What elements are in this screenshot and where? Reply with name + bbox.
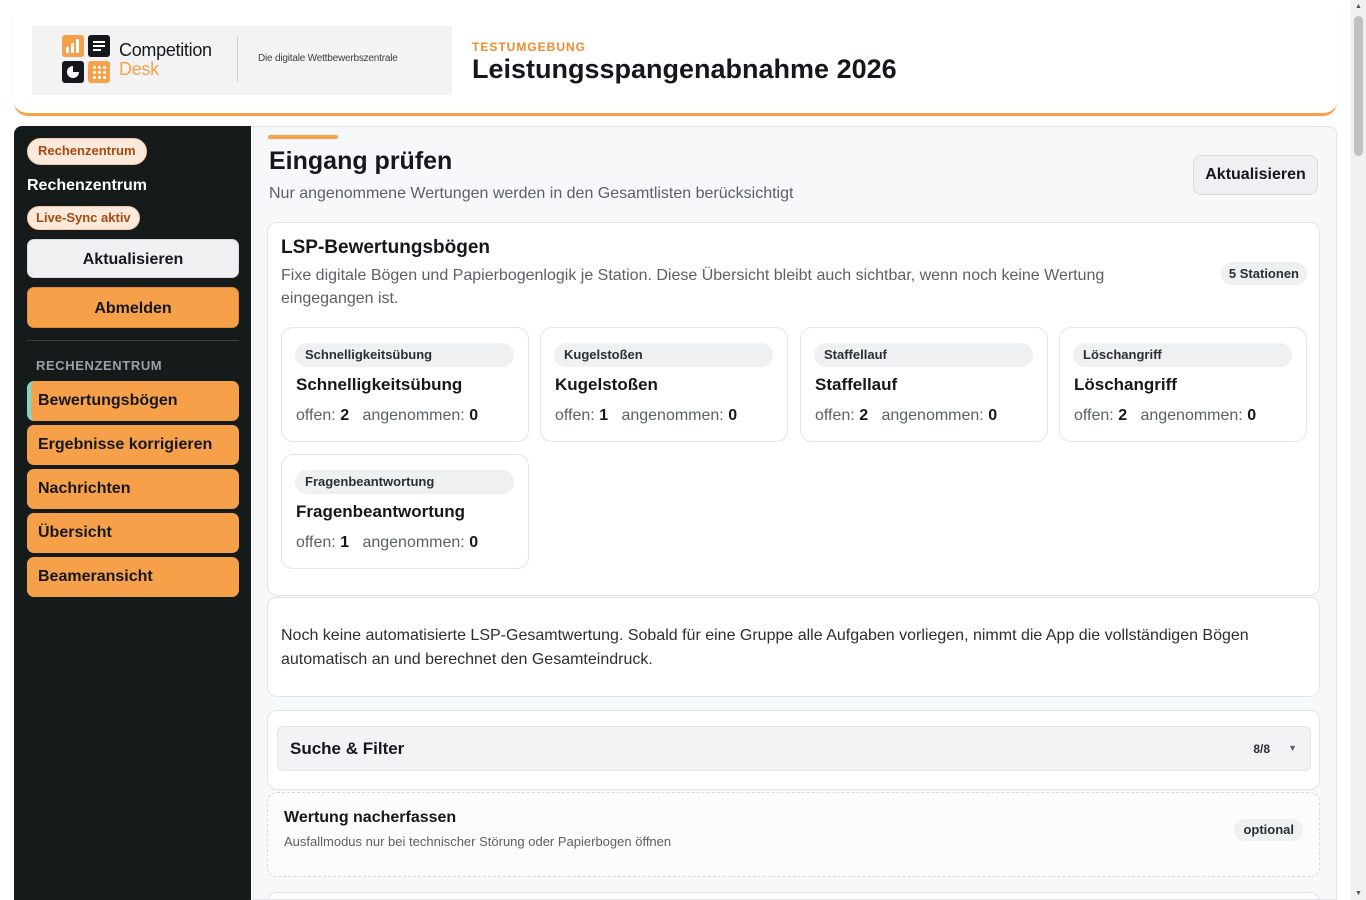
open-count: 1 bbox=[340, 534, 350, 551]
station-name: Fragenbeantwortung bbox=[296, 502, 466, 521]
document-icon bbox=[88, 35, 110, 57]
station-card[interactable]: Löschangriff Löschangriff offen: 2 angen… bbox=[1059, 327, 1307, 442]
station-card[interactable]: Schnelligkeitsübung Schnelligkeitsübung … bbox=[281, 327, 529, 442]
accepted-label: angenommen: bbox=[1140, 407, 1243, 424]
station-stats: offen: 1 angenommen: 0 bbox=[296, 534, 478, 552]
brand-logo: Competition Desk Die digitale Wettbewerb… bbox=[32, 26, 452, 95]
environment-label: TESTUMGEBUNG bbox=[472, 40, 586, 54]
search-filter-card: Suche & Filter 8/8 ▼ bbox=[267, 710, 1320, 790]
brand-tagline: Die digitale Wettbewerbszentrale bbox=[258, 53, 398, 64]
scroll-up-arrow-icon[interactable]: ▲ bbox=[1355, 3, 1362, 10]
filter-count-badge: 8/8 bbox=[1253, 742, 1270, 756]
scrollbar-thumb[interactable] bbox=[1354, 16, 1363, 156]
brand-name-line2: Desk bbox=[119, 59, 159, 79]
station-name: Kugelstoßen bbox=[555, 375, 658, 394]
brand-name: Competition Desk bbox=[119, 41, 212, 79]
role-badge: Rechenzentrum bbox=[27, 138, 147, 165]
lsp-title: LSP-Bewertungsbögen bbox=[281, 237, 491, 258]
open-count: 2 bbox=[1118, 407, 1128, 424]
lsp-card: LSP-Bewertungsbögen Fixe digitale Bögen … bbox=[267, 222, 1320, 596]
logout-button[interactable]: Abmelden bbox=[27, 287, 239, 328]
accepted-label: angenommen: bbox=[881, 407, 984, 424]
sidebar-item-nachrichten[interactable]: Nachrichten bbox=[27, 469, 239, 509]
accepted-count: 0 bbox=[988, 407, 998, 424]
accepted-count: 0 bbox=[1247, 407, 1257, 424]
accepted-label: angenommen: bbox=[362, 407, 465, 424]
competition-desk-logo-icon bbox=[62, 35, 110, 83]
sidebar-item-ergebnisse-korrigieren[interactable]: Ergebnisse korrigieren bbox=[27, 425, 239, 465]
logo-divider bbox=[237, 36, 238, 82]
station-stats: offen: 2 angenommen: 0 bbox=[296, 407, 478, 425]
section-subtitle: Nur angenommene Wertungen werden in den … bbox=[269, 185, 794, 202]
pie-chart-icon bbox=[62, 61, 84, 83]
station-tag: Staffellauf bbox=[814, 343, 1033, 367]
station-card[interactable]: Fragenbeantwortung Fragenbeantwortung of… bbox=[281, 454, 529, 569]
accepted-count: 0 bbox=[469, 407, 479, 424]
station-stats: offen: 2 angenommen: 0 bbox=[1074, 407, 1256, 425]
sidebar-refresh-button[interactable]: Aktualisieren bbox=[27, 239, 239, 278]
brand-name-line1: Competition bbox=[119, 40, 212, 60]
search-filter-title: Suche & Filter bbox=[290, 739, 405, 758]
followup-card[interactable]: Wertung nacherfassen Ausfallmodus nur be… bbox=[267, 792, 1320, 877]
station-name: Schnelligkeitsübung bbox=[296, 375, 463, 394]
main-panel: Eingang prüfen Nur angenommene Wertungen… bbox=[253, 126, 1337, 900]
open-count: 2 bbox=[859, 407, 869, 424]
section-title: Eingang prüfen bbox=[269, 147, 453, 175]
chevron-down-icon: ▼ bbox=[1288, 743, 1297, 753]
accepted-label: angenommen: bbox=[362, 534, 465, 551]
followup-subtitle: Ausfallmodus nur bei technischer Störung… bbox=[284, 834, 672, 849]
station-tag: Löschangriff bbox=[1073, 343, 1292, 367]
station-tag: Schnelligkeitsübung bbox=[295, 343, 514, 367]
accepted-count: 0 bbox=[469, 534, 479, 551]
refresh-button[interactable]: Aktualisieren bbox=[1193, 155, 1318, 195]
station-count-badge: 5 Stationen bbox=[1220, 262, 1307, 285]
accepted-label: angenommen: bbox=[621, 407, 724, 424]
open-count: 1 bbox=[599, 407, 609, 424]
sidebar-item-uebersicht[interactable]: Übersicht bbox=[27, 513, 239, 553]
station-card[interactable]: Kugelstoßen Kugelstoßen offen: 1 angenom… bbox=[540, 327, 788, 442]
followup-title: Wertung nacherfassen bbox=[284, 809, 457, 826]
search-filter-toggle[interactable]: Suche & Filter 8/8 ▼ bbox=[277, 726, 1311, 771]
section-accent-bar bbox=[268, 135, 338, 139]
lsp-description: Fixe digitale Bögen und Papierbogenlogik… bbox=[281, 267, 1105, 307]
status-note-card: Noch keine automatisierte LSP-Gesamtwert… bbox=[267, 597, 1320, 697]
sidebar-section-label: RECHENZENTRUM bbox=[36, 358, 163, 373]
sidebar-divider bbox=[27, 340, 239, 341]
scroll-down-arrow-icon[interactable]: ▼ bbox=[1355, 890, 1362, 897]
station-name: Löschangriff bbox=[1074, 375, 1177, 394]
app-header: Competition Desk Die digitale Wettbewerb… bbox=[14, 12, 1337, 116]
station-name: Staffellauf bbox=[815, 375, 898, 394]
page-scrollbar[interactable]: ▲ ▼ bbox=[1351, 0, 1366, 900]
next-card bbox=[267, 892, 1320, 899]
open-label: offen: bbox=[815, 407, 855, 424]
sidebar-item-beameransicht[interactable]: Beameransicht bbox=[27, 557, 239, 597]
status-note-text: Noch keine automatisierte LSP-Gesamtwert… bbox=[281, 627, 1249, 668]
open-label: offen: bbox=[555, 407, 595, 424]
open-label: offen: bbox=[1074, 407, 1114, 424]
station-tag: Kugelstoßen bbox=[554, 343, 773, 367]
user-name: Rechenzentrum bbox=[27, 177, 148, 194]
open-count: 2 bbox=[340, 407, 350, 424]
station-tag: Fragenbeantwortung bbox=[295, 470, 514, 494]
optional-badge: optional bbox=[1234, 819, 1303, 841]
accepted-count: 0 bbox=[728, 407, 738, 424]
sidebar: Rechenzentrum Rechenzentrum Live-Sync ak… bbox=[14, 126, 251, 900]
event-title: Leistungsspangenabnahme 2026 bbox=[472, 54, 897, 84]
sidebar-item-bewertungsboegen[interactable]: Bewertungsbögen bbox=[27, 381, 239, 421]
bar-chart-icon bbox=[62, 35, 84, 57]
open-label: offen: bbox=[296, 407, 336, 424]
live-sync-badge: Live-Sync aktiv bbox=[27, 206, 140, 230]
grid-icon bbox=[88, 61, 110, 83]
open-label: offen: bbox=[296, 534, 336, 551]
station-stats: offen: 1 angenommen: 0 bbox=[555, 407, 737, 425]
station-stats: offen: 2 angenommen: 0 bbox=[815, 407, 997, 425]
station-card[interactable]: Staffellauf Staffellauf offen: 2 angenom… bbox=[800, 327, 1048, 442]
